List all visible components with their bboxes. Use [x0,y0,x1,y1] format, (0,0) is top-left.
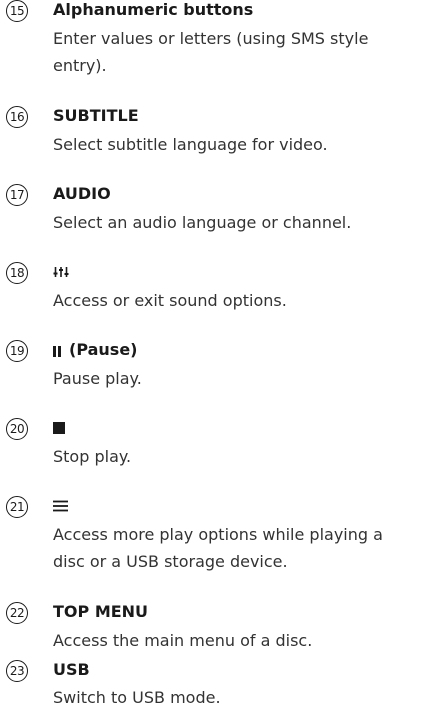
item-number: 23 [6,660,28,682]
item-number: 18 [6,262,28,284]
description-line: entry). [53,56,107,75]
item-title [53,417,65,440]
description-line: Select an audio language or channel. [53,213,352,232]
item-number: 16 [6,106,28,128]
options-menu-icon [53,496,68,518]
item-number: 19 [6,340,28,362]
item-title-text: (Pause) [69,340,138,359]
description-line: Enter values or letters (using SMS style [53,29,369,48]
manual-page: 15 Alphanumeric buttons Enter values or … [0,0,442,712]
item-description: Access or exit sound options. [53,287,438,314]
item-description: Select subtitle language for video. [53,131,438,158]
description-line: Switch to USB mode. [53,688,221,707]
item-number: 17 [6,184,28,206]
item-title: USB [53,660,90,679]
item-description: Select an audio language or channel. [53,209,438,236]
item-description: Access the main menu of a disc. [53,627,438,654]
item-title: (Pause) [53,339,137,362]
item-title [53,495,68,518]
item-description: Access more play options while playing a… [53,521,438,575]
description-line: Select subtitle language for video. [53,135,328,154]
item-title [53,261,69,284]
item-number: 15 [6,0,28,22]
description-line: Stop play. [53,447,132,466]
item-number: 20 [6,418,28,440]
item-number: 21 [6,496,28,518]
description-line: Access or exit sound options. [53,291,287,310]
item-description: Enter values or letters (using SMS style… [53,25,438,79]
description-line: Pause play. [53,369,142,388]
description-line: disc or a USB storage device. [53,552,288,571]
item-description: Stop play. [53,443,438,470]
item-description: Switch to USB mode. [53,684,438,711]
description-line: Access more play options while playing a [53,525,383,544]
item-title: Alphanumeric buttons [53,0,254,19]
item-title: SUBTITLE [53,106,139,125]
stop-icon [53,418,65,440]
pause-icon [53,340,63,362]
description-line: Access the main menu of a disc. [53,631,313,650]
item-description: Pause play. [53,365,438,392]
item-title: AUDIO [53,184,111,203]
item-number: 22 [6,602,28,624]
sound-settings-icon [53,262,69,284]
item-title: TOP MENU [53,602,149,621]
